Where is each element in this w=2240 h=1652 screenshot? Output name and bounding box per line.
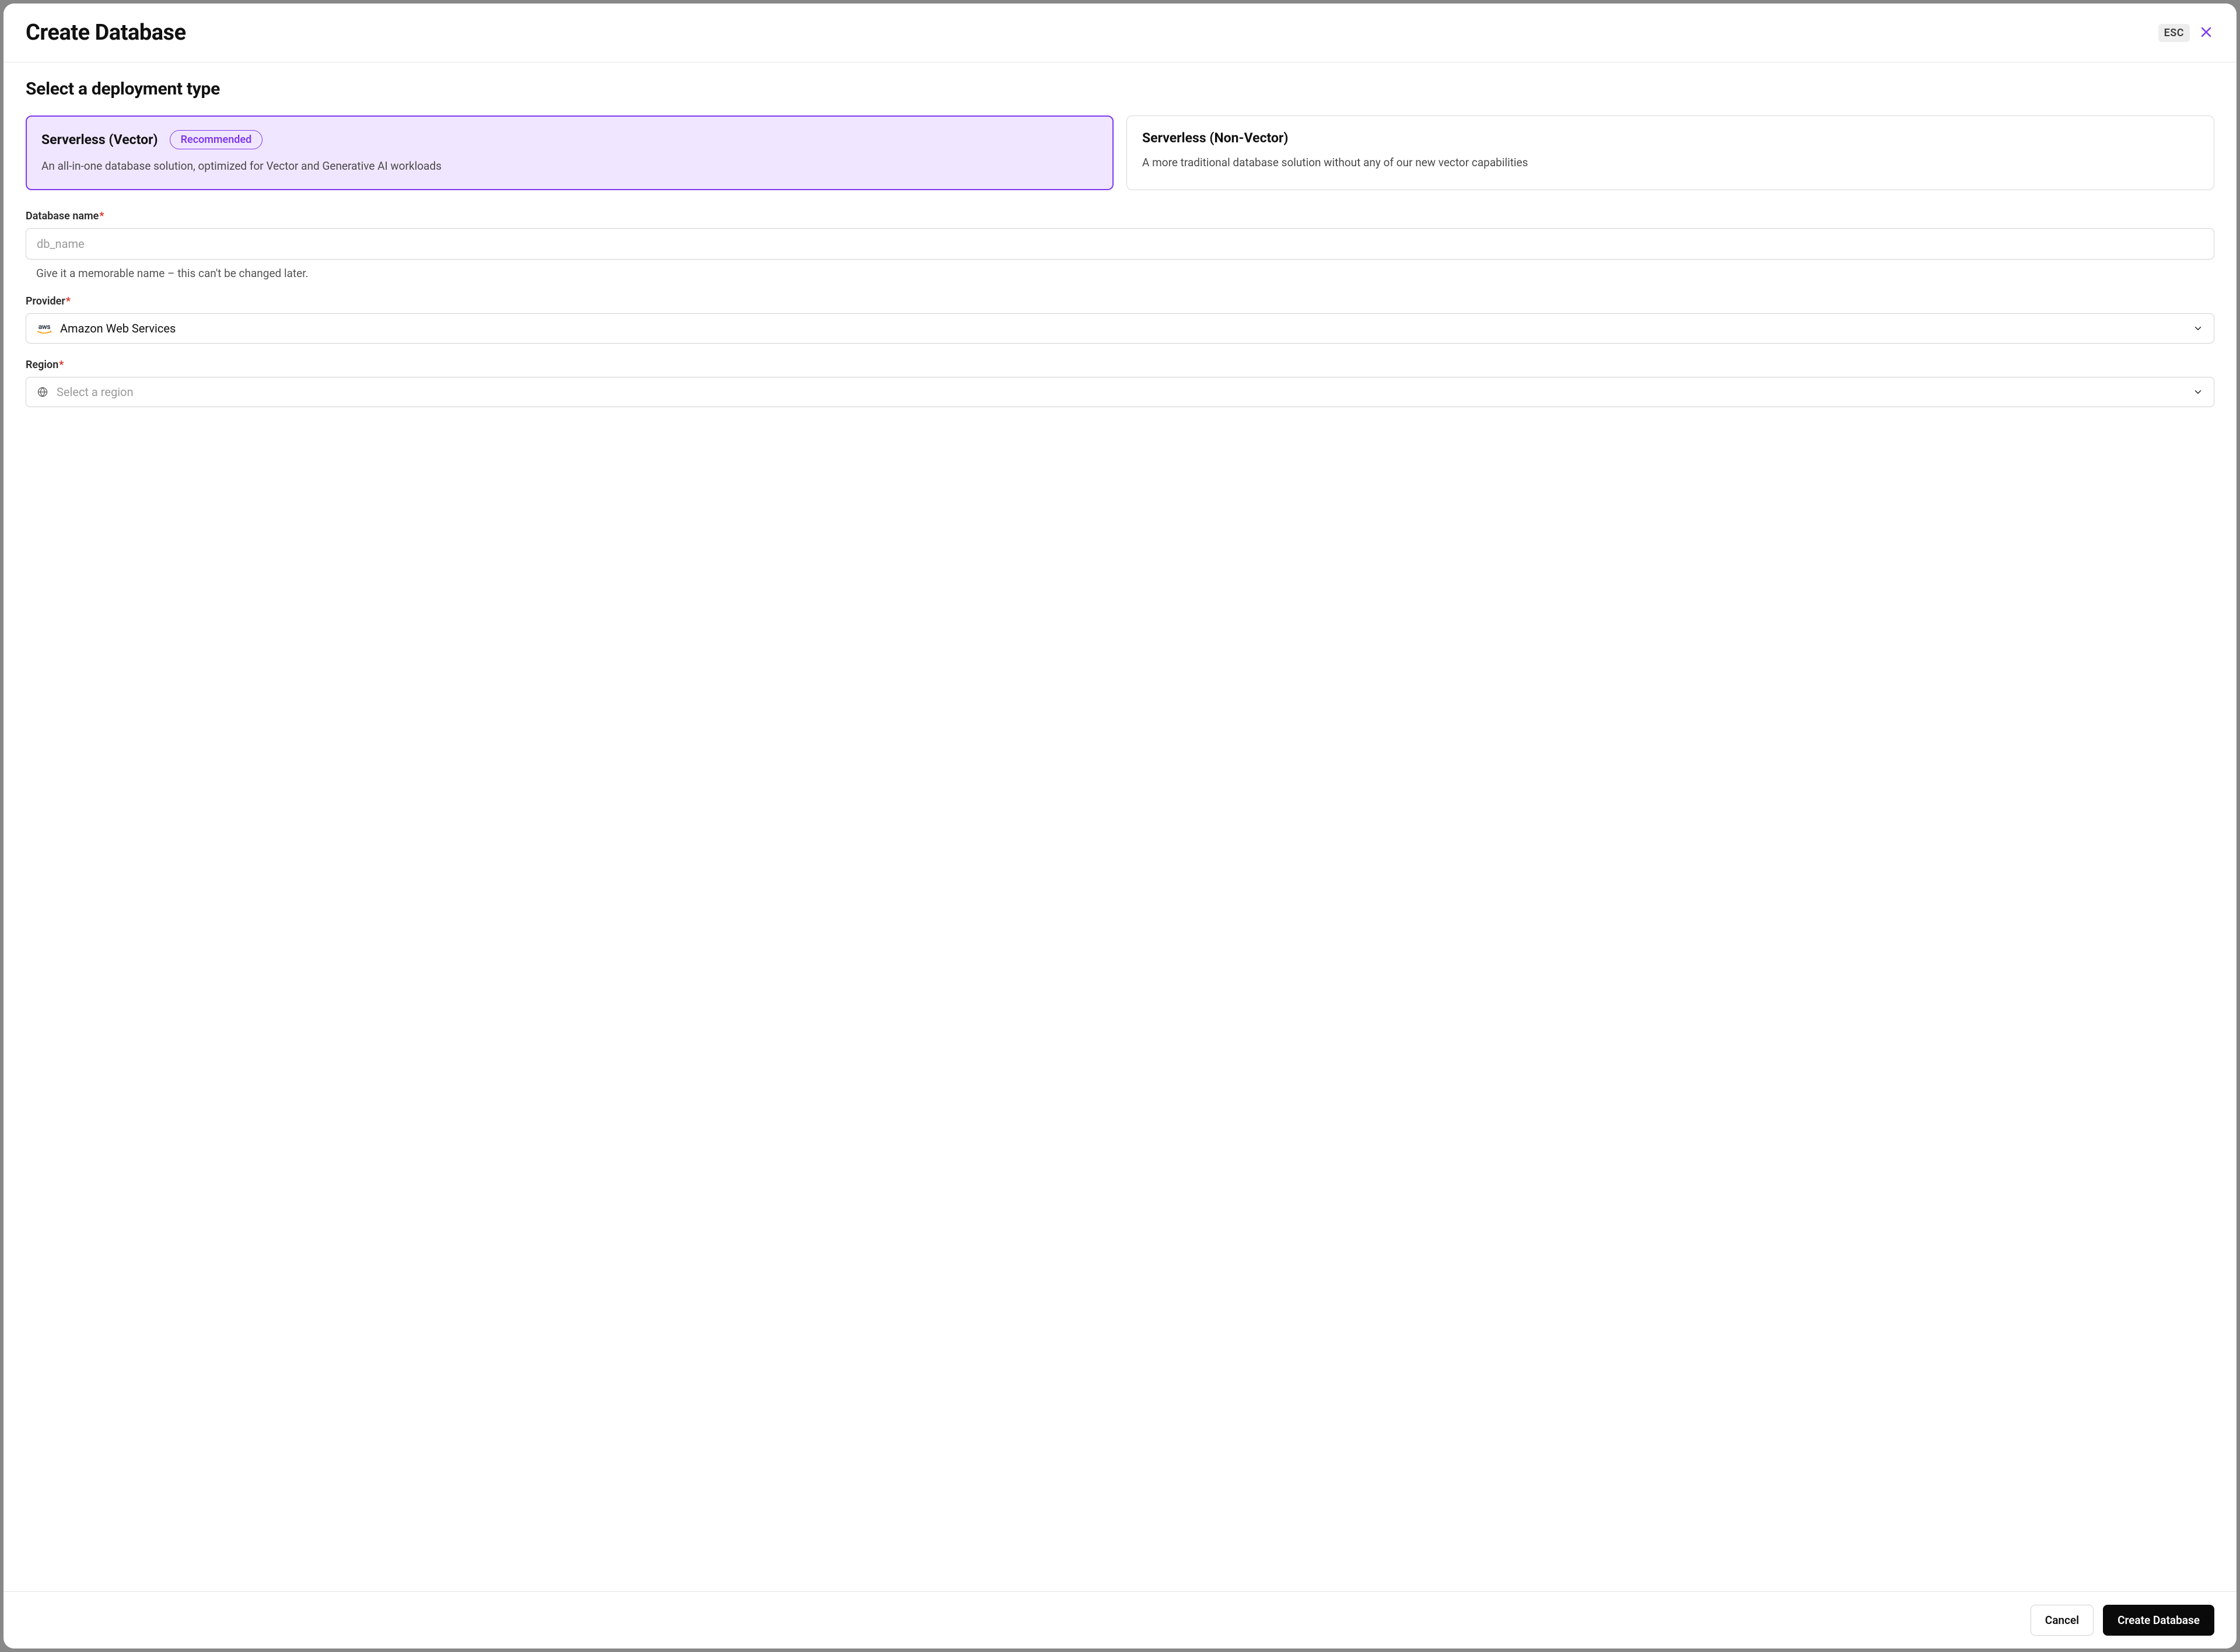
provider-select[interactable]: aws Amazon Web Services [26,313,2214,344]
database-name-help: Give it a memorable name – this can't be… [26,267,2214,280]
modal-body: Select a deployment type Serverless (Vec… [4,62,2236,1591]
required-indicator: * [99,210,104,222]
region-label: Region* [26,359,2214,371]
card-title-row: Serverless (Non-Vector) [1142,130,2199,146]
required-indicator: * [66,295,71,307]
esc-badge[interactable]: ESC [2158,24,2190,42]
create-database-button[interactable]: Create Database [2103,1605,2214,1636]
create-database-modal: Create Database ESC Select a deployment … [4,4,2236,1648]
deployment-option-serverless-vector[interactable]: Serverless (Vector) Recommended An all-i… [26,116,1114,190]
label-text: Provider [26,295,65,307]
region-select[interactable]: Select a region [26,377,2214,407]
chevron-down-icon [2193,387,2203,397]
database-name-label: Database name* [26,210,2214,222]
modal-footer: Cancel Create Database [4,1591,2236,1648]
card-title: Serverless (Non-Vector) [1142,130,1289,146]
required-indicator: * [59,359,64,371]
provider-group: Provider* aws Amazon Web Services [26,295,2214,344]
card-title: Serverless (Vector) [41,132,158,148]
close-icon [2199,25,2213,41]
label-text: Region [26,359,58,371]
region-placeholder: Select a region [57,385,2185,399]
aws-icon: aws [37,323,52,334]
provider-label: Provider* [26,295,2214,307]
provider-value: Amazon Web Services [60,321,2185,335]
card-description: An all-in-one database solution, optimiz… [41,158,1098,174]
deployment-options: Serverless (Vector) Recommended An all-i… [26,116,2214,190]
cancel-button[interactable]: Cancel [2031,1605,2094,1636]
deployment-section-title: Select a deployment type [26,79,2214,99]
header-actions: ESC [2158,24,2214,42]
globe-icon [37,386,48,398]
close-button[interactable] [2198,24,2214,42]
database-name-input[interactable] [26,228,2214,260]
recommended-badge: Recommended [170,130,263,149]
deployment-option-serverless-non-vector[interactable]: Serverless (Non-Vector) A more tradition… [1126,116,2214,190]
database-name-group: Database name* Give it a memorable name … [26,210,2214,280]
card-description: A more traditional database solution wit… [1142,154,2199,171]
modal-title: Create Database [26,20,186,46]
modal-header: Create Database ESC [4,4,2236,62]
region-group: Region* Select a region [26,359,2214,407]
chevron-down-icon [2193,323,2203,334]
label-text: Database name [26,210,99,222]
card-title-row: Serverless (Vector) Recommended [41,130,1098,149]
